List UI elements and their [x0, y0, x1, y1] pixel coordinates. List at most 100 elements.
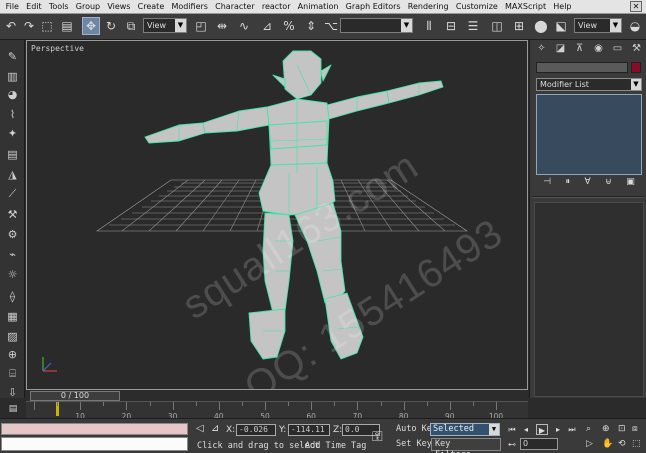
material-editor-icon[interactable]: ⬤ — [532, 17, 550, 35]
create-tab-icon[interactable]: ✧ — [534, 42, 549, 56]
wrench-icon[interactable]: ⚒ — [4, 206, 21, 222]
named-selection-set-dropdown[interactable]: ▼ — [340, 18, 413, 33]
menu-item-maxscript[interactable]: MAXScript — [501, 2, 549, 11]
align-icon[interactable]: ⊟ — [442, 17, 460, 35]
render-scene-icon[interactable]: ⬕ — [552, 17, 570, 35]
light-icon[interactable]: ☼ — [4, 266, 21, 282]
menu-item-tools[interactable]: Tools — [45, 2, 72, 11]
skin-icon[interactable]: ▨ — [4, 328, 21, 344]
maximize-viewport-icon[interactable]: ⬚ — [632, 439, 641, 449]
menu-item-views[interactable]: Views — [104, 2, 134, 11]
curve-editor-icon[interactable]: ◫ — [488, 17, 506, 35]
reference-coordinate-dropdown[interactable]: View ▼ — [143, 18, 187, 33]
taper-icon[interactable]: ⟠ — [4, 288, 21, 304]
auto-key-mode-dropdown[interactable]: Selected ▼ — [430, 423, 500, 436]
display-tab-icon[interactable]: ▭ — [610, 42, 625, 56]
set-key-button[interactable]: Set Key — [396, 439, 432, 449]
menu-item-customize[interactable]: Customize — [452, 2, 501, 11]
utilities-tab-icon[interactable]: ⚒ — [629, 42, 644, 56]
absolute-mode-icon[interactable]: ⊿ — [211, 423, 219, 434]
menu-item-edit[interactable]: Edit — [23, 2, 46, 11]
zoom-extents-icon[interactable]: ⊡ — [618, 424, 626, 434]
zoom-all-icon[interactable]: ⊕ — [602, 424, 610, 434]
mirror-tool-icon[interactable]: ⫴ — [420, 17, 438, 35]
schematic-view-icon[interactable]: ⊞ — [510, 17, 528, 35]
modifier-list-dropdown[interactable]: Modifier List ▼ — [536, 78, 642, 91]
render-type-dropdown[interactable]: View ▼ — [574, 18, 622, 33]
layer-manager-icon[interactable]: ☰ — [464, 17, 482, 35]
box-icon[interactable]: ▥ — [4, 68, 21, 84]
select-move-icon[interactable]: ✥ — [82, 17, 100, 35]
zoom-icon[interactable]: ⌕ — [586, 424, 591, 434]
select-rotate-icon[interactable]: ↻ — [102, 17, 120, 35]
go-to-start-icon[interactable]: ⏮ — [506, 424, 518, 435]
menu-item-character[interactable]: Character — [212, 2, 259, 11]
maxscript-input[interactable] — [1, 437, 188, 451]
menu-item-rendering[interactable]: Rendering — [404, 2, 452, 11]
select-by-name-icon[interactable]: ▤ — [58, 17, 76, 35]
perspective-viewport[interactable]: Perspective squall163.com QQ: 155416493 — [26, 40, 528, 390]
gear-icon[interactable]: ⚙ — [4, 226, 21, 242]
x-coordinate-field[interactable]: -0.026 — [236, 424, 276, 436]
parameters-rollout[interactable] — [534, 202, 644, 397]
go-to-end-icon[interactable]: ⏭ — [566, 424, 578, 435]
select-object-icon[interactable]: ⬚ — [38, 17, 56, 35]
key-mode-icon[interactable]: ⊷ — [506, 439, 518, 450]
morph-icon[interactable]: ⊕ — [4, 346, 21, 362]
create-icon[interactable]: ✎ — [4, 48, 21, 64]
add-time-tag-button[interactable]: Add Time Tag — [305, 441, 366, 451]
modify-tab-icon[interactable]: ◪ — [553, 42, 568, 56]
object-name-field[interactable] — [536, 62, 628, 73]
hierarchy-tab-icon[interactable]: ⊼ — [572, 42, 587, 56]
snap-toggle-icon[interactable]: ∿ — [235, 17, 253, 35]
current-frame-field[interactable]: 0 — [520, 438, 558, 450]
menu-item-modifiers[interactable]: Modifiers — [168, 2, 212, 11]
time-slider-thumb[interactable]: 0 / 100 — [30, 391, 120, 401]
play-icon[interactable]: ▶ — [536, 424, 548, 435]
named-selection-icon[interactable]: ⌥ — [322, 17, 340, 35]
previous-frame-icon[interactable]: ◂ — [520, 424, 532, 435]
time-slider[interactable]: 0 / 100 — [26, 390, 528, 402]
make-unique-icon[interactable]: ∀ — [585, 177, 591, 191]
mirror-icon[interactable]: ⇹ — [213, 17, 231, 35]
utility-icon[interactable]: ⇩ — [4, 384, 21, 400]
undo-icon[interactable]: ↶ — [2, 17, 20, 35]
remove-modifier-icon[interactable]: ⊌ — [605, 177, 612, 191]
angle-snap-icon[interactable]: ⊿ — [258, 17, 276, 35]
mini-curve-editor-icon[interactable]: ▤ — [4, 404, 22, 416]
field-of-view-icon[interactable]: ▷ — [586, 439, 593, 449]
pan-icon[interactable]: ✋ — [602, 439, 613, 449]
percent-snap-icon[interactable]: % — [280, 17, 298, 35]
menu-item-file[interactable]: File — [2, 2, 23, 11]
frame-ruler[interactable]: 10 20 30 40 50 60 70 80 90 100 — [26, 402, 528, 421]
bend-icon[interactable]: ⌁ — [4, 246, 21, 262]
selection-lock-icon[interactable]: ◁ — [196, 423, 204, 434]
bone-icon[interactable]: ⟋ — [4, 186, 21, 202]
maxscript-listener-mini[interactable] — [1, 423, 188, 435]
pivot-center-icon[interactable]: ◰ — [192, 17, 210, 35]
menu-item-graph-editors[interactable]: Graph Editors — [342, 2, 404, 11]
y-coordinate-field[interactable]: -114.11 — [288, 424, 330, 436]
menu-item-help[interactable]: Help — [550, 2, 575, 11]
key-filters-button[interactable]: Key Filters... — [431, 438, 501, 453]
select-scale-icon[interactable]: ⧉ — [122, 17, 140, 35]
shape-icon[interactable]: ⌇ — [4, 106, 21, 122]
spinner-snap-icon[interactable]: ⇕ — [302, 17, 320, 35]
redo-icon[interactable]: ↷ — [20, 17, 38, 35]
viewport-label[interactable]: Perspective — [31, 44, 84, 53]
helper-icon[interactable]: ✦ — [4, 125, 21, 141]
menu-item-create[interactable]: Create — [134, 2, 168, 11]
menu-item-reactor[interactable]: reactor — [258, 2, 294, 11]
show-end-result-icon[interactable]: ⏸ — [566, 177, 571, 191]
menu-item-animation[interactable]: Animation — [294, 2, 342, 11]
pin-stack-icon[interactable]: ⊣ — [543, 177, 551, 191]
key-icon[interactable]: ⚿ — [372, 429, 383, 445]
menu-item-group[interactable]: Group — [72, 2, 104, 11]
zoom-extents-all-icon[interactable]: ⧈ — [632, 424, 638, 434]
paint-icon[interactable]: ◮ — [4, 166, 21, 182]
modifier-stack[interactable] — [536, 94, 642, 175]
arc-rotate-icon[interactable]: ⟲ — [618, 439, 626, 449]
sphere-icon[interactable]: ◕ — [4, 86, 21, 102]
object-color-swatch[interactable] — [631, 62, 641, 73]
close-icon[interactable]: ✕ — [630, 1, 642, 12]
